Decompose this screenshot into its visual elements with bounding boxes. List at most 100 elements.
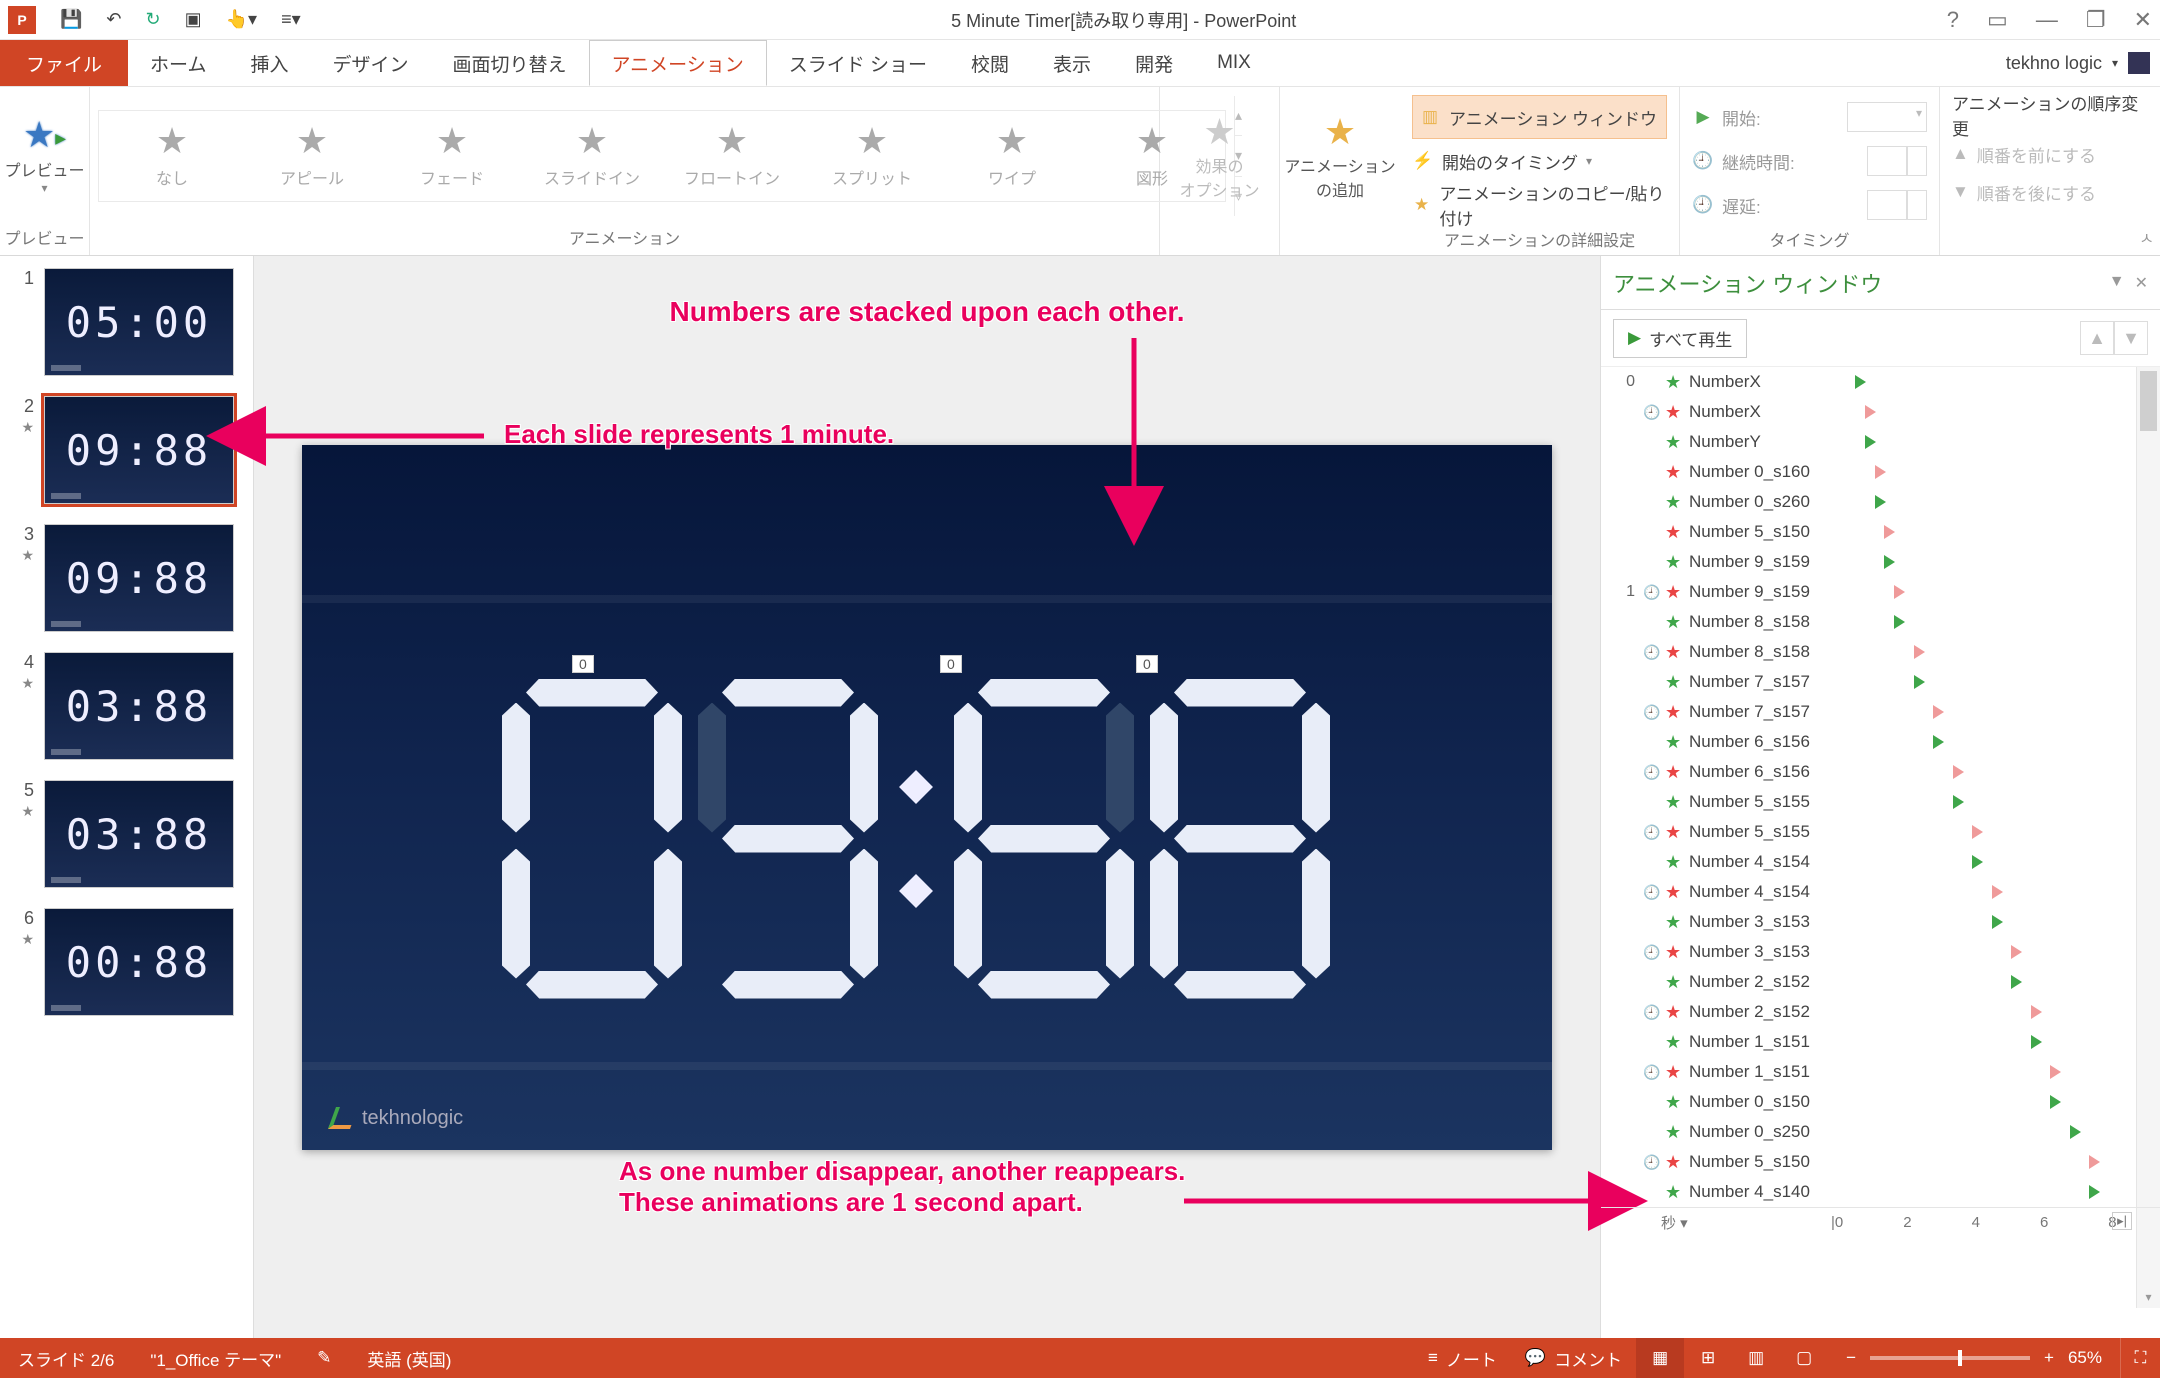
- animation-item[interactable]: ★Number 8_s158: [1601, 607, 2160, 637]
- animation-item[interactable]: ★NumberX: [1601, 397, 2160, 427]
- digit-tens-minutes[interactable]: 0: [502, 679, 682, 999]
- tab-校閲[interactable]: 校閲: [949, 40, 1031, 86]
- spellcheck-icon[interactable]: ✎: [299, 1348, 349, 1368]
- touchmode-icon[interactable]: 👆▾: [226, 9, 257, 30]
- tab-挿入[interactable]: 挿入: [228, 40, 310, 86]
- qa-menu-icon[interactable]: ≡▾: [281, 9, 301, 30]
- zoom-out-icon[interactable]: −: [1846, 1348, 1856, 1368]
- gallery-item-スプリット[interactable]: ★スプリット: [817, 123, 927, 189]
- slide-thumbnails-pane[interactable]: 105:00 2★09:88 3★09:88 4★03:88 5★03:88 6★00:8…: [0, 256, 254, 1338]
- status-language[interactable]: 英語 (英国): [349, 1346, 469, 1371]
- animation-item[interactable]: ★Number 6_s156: [1601, 727, 2160, 757]
- slideshow-view-icon[interactable]: ▢: [1780, 1338, 1828, 1378]
- slide-editor[interactable]: 0 0 0 tekhnologic: [254, 256, 1600, 1338]
- animation-item[interactable]: 1★Number 9_s159: [1601, 577, 2160, 607]
- collapse-ribbon-icon[interactable]: ㅅ: [2139, 225, 2154, 249]
- animation-item[interactable]: ★Number 9_s159: [1601, 547, 2160, 577]
- timing-duration[interactable]: 🕘 継続時間:: [1692, 139, 1927, 183]
- slide-thumbnail[interactable]: 00:88: [44, 908, 234, 1016]
- gallery-item-ワイプ[interactable]: ★ワイプ: [957, 123, 1067, 189]
- ribbon-toggle-icon[interactable]: ▭: [1987, 7, 2008, 33]
- tab-file[interactable]: ファイル: [0, 40, 128, 86]
- animation-item[interactable]: ★Number 0_s160: [1601, 457, 2160, 487]
- tab-画面切り替え[interactable]: 画面切り替え: [430, 40, 588, 86]
- trigger-button[interactable]: ⚡ 開始のタイミング▾: [1412, 139, 1667, 183]
- tab-MIX[interactable]: MIX: [1195, 40, 1273, 86]
- move-down-icon[interactable]: ▼: [2114, 321, 2148, 355]
- status-theme[interactable]: "1_Office テーマ": [132, 1346, 299, 1371]
- animation-item[interactable]: ★Number 0_s150: [1601, 1087, 2160, 1117]
- digit-tens-seconds[interactable]: 0: [954, 679, 1134, 999]
- animation-item[interactable]: ★Number 3_s153: [1601, 907, 2160, 937]
- scroll-down-icon[interactable]: ▾: [2137, 1286, 2160, 1308]
- notes-button[interactable]: ≡ノート: [1414, 1346, 1511, 1371]
- redo-icon[interactable]: ↻: [146, 9, 161, 30]
- timing-start[interactable]: ▶ 開始:: [1692, 95, 1927, 139]
- animation-item[interactable]: ★Number 7_s157: [1601, 697, 2160, 727]
- animation-gallery[interactable]: ★なし★アピール★フェード★スライドイン★フロートイン★スプリット★ワイプ★図形: [98, 110, 1226, 202]
- maximize-icon[interactable]: ❐: [2086, 7, 2106, 33]
- tab-表示[interactable]: 表示: [1031, 40, 1113, 86]
- duration-spinner[interactable]: [1867, 146, 1907, 176]
- slide-canvas[interactable]: 0 0 0 tekhnologic: [302, 445, 1552, 1150]
- animation-item[interactable]: ★Number 1_s151: [1601, 1057, 2160, 1087]
- pane-close-icon[interactable]: ✕: [2135, 273, 2148, 293]
- undo-icon[interactable]: ↶: [106, 9, 121, 30]
- add-animation-icon[interactable]: ★: [1324, 111, 1356, 153]
- reading-view-icon[interactable]: ▥: [1732, 1338, 1780, 1378]
- digit-ones-minutes[interactable]: [698, 679, 878, 999]
- animation-item[interactable]: ★Number 1_s151: [1601, 1027, 2160, 1057]
- axis-expand-icon[interactable]: ▸|: [2112, 1212, 2132, 1230]
- slideshow-icon[interactable]: ▣: [185, 9, 202, 30]
- slide-thumbnail[interactable]: 05:00: [44, 268, 234, 376]
- animation-item[interactable]: ★Number 0_s260: [1601, 487, 2160, 517]
- play-all-button[interactable]: ▶すべて再生: [1613, 319, 1747, 358]
- animation-item[interactable]: ★Number 6_s156: [1601, 757, 2160, 787]
- animation-item[interactable]: ★Number 4_s140: [1601, 1177, 2160, 1207]
- preview-icon[interactable]: ★▶: [23, 117, 66, 153]
- comments-button[interactable]: 💬コメント: [1511, 1346, 1636, 1371]
- account-avatar[interactable]: [2128, 52, 2150, 74]
- gallery-item-なし[interactable]: ★なし: [117, 123, 227, 189]
- thumbnail-row[interactable]: 5★03:88: [10, 780, 243, 888]
- thumbnail-row[interactable]: 4★03:88: [10, 652, 243, 760]
- thumbnail-row[interactable]: 3★09:88: [10, 524, 243, 632]
- normal-view-icon[interactable]: ▦: [1636, 1338, 1684, 1378]
- animation-item[interactable]: ★Number 7_s157: [1601, 667, 2160, 697]
- animation-item[interactable]: ★Number 2_s152: [1601, 997, 2160, 1027]
- animation-item[interactable]: ★Number 5_s150: [1601, 517, 2160, 547]
- animation-item[interactable]: 0★NumberX: [1601, 367, 2160, 397]
- digit-ones-seconds[interactable]: 0: [1150, 679, 1330, 999]
- animation-item[interactable]: ★Number 3_s153: [1601, 937, 2160, 967]
- help-icon[interactable]: ?: [1947, 7, 1959, 33]
- animation-item[interactable]: ★Number 5_s150: [1601, 1147, 2160, 1177]
- animation-item[interactable]: ★Number 5_s155: [1601, 817, 2160, 847]
- gallery-item-フェード[interactable]: ★フェード: [397, 123, 507, 189]
- zoom-in-icon[interactable]: +: [2044, 1348, 2054, 1368]
- animation-item[interactable]: ★Number 0_s250: [1601, 1117, 2160, 1147]
- gallery-item-フロートイン[interactable]: ★フロートイン: [677, 123, 787, 189]
- move-later-button[interactable]: ▼順番を後にする: [1952, 173, 2148, 211]
- close-icon[interactable]: ✕: [2134, 7, 2152, 33]
- signin-name[interactable]: tekhno logic: [2006, 53, 2102, 74]
- scroll-thumb[interactable]: [2140, 371, 2157, 431]
- animation-item[interactable]: ★Number 5_s155: [1601, 787, 2160, 817]
- slide-thumbnail[interactable]: 03:88: [44, 652, 234, 760]
- status-slide[interactable]: スライド 2/6: [0, 1346, 132, 1371]
- animation-painter-button[interactable]: ★ アニメーションのコピー/貼り付け: [1412, 183, 1667, 227]
- gallery-item-アピール[interactable]: ★アピール: [257, 123, 367, 189]
- save-icon[interactable]: 💾: [60, 9, 82, 30]
- move-earlier-button[interactable]: ▲順番を前にする: [1952, 135, 2148, 173]
- animation-item[interactable]: ★Number 8_s158: [1601, 637, 2160, 667]
- slide-thumbnail[interactable]: 09:88: [44, 396, 234, 504]
- zoom-value[interactable]: 65%: [2068, 1348, 2102, 1368]
- animation-item[interactable]: ★Number 4_s154: [1601, 877, 2160, 907]
- thumbnail-row[interactable]: 105:00: [10, 268, 243, 376]
- thumbnail-row[interactable]: 6★00:88: [10, 908, 243, 1016]
- tab-スライド ショー[interactable]: スライド ショー: [767, 40, 949, 86]
- animation-pane-button[interactable]: ▥ アニメーション ウィンドウ: [1412, 95, 1667, 139]
- start-dropdown[interactable]: [1847, 102, 1927, 132]
- sorter-view-icon[interactable]: ⊞: [1684, 1338, 1732, 1378]
- minimize-icon[interactable]: —: [2036, 7, 2058, 33]
- thumbnail-row[interactable]: 2★09:88: [10, 396, 243, 504]
